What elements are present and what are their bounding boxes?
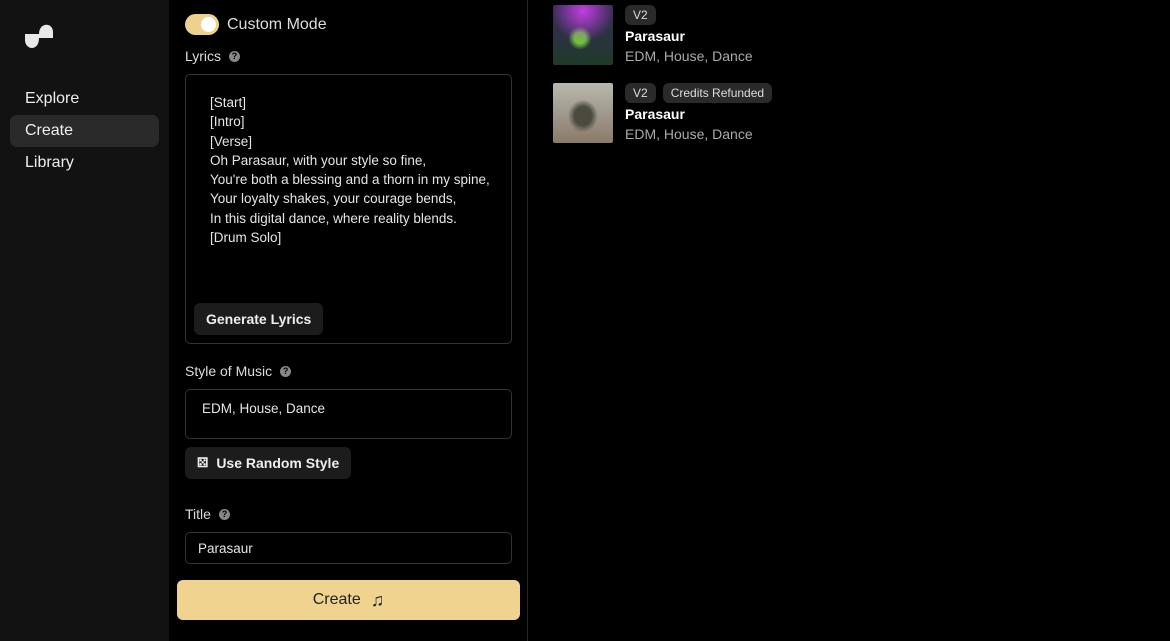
credits-refunded-badge: Credits Refunded	[662, 83, 773, 103]
create-button[interactable]: Create ♫	[177, 580, 520, 620]
generate-lyrics-label: Generate Lyrics	[206, 311, 312, 327]
sidebar-nav: Explore Create Library	[10, 83, 159, 179]
help-icon[interactable]: ?	[218, 508, 230, 520]
sidebar-item-library[interactable]: Library	[10, 147, 159, 179]
song-title[interactable]: Parasaur	[625, 28, 753, 44]
create-label: Create	[312, 591, 361, 608]
help-icon[interactable]: ?	[280, 365, 292, 377]
title-value: Parasaur	[198, 541, 253, 556]
create-form: Custom Mode Lyrics? [Start] [Intro] [Ver…	[169, 0, 528, 641]
logo-icon[interactable]	[23, 20, 55, 57]
song-item[interactable]: V2 Parasaur EDM, House, Dance	[553, 5, 753, 65]
title-input[interactable]: Parasaur	[185, 532, 512, 564]
style-input[interactable]: EDM, House, Dance	[185, 389, 512, 439]
sidebar: Explore Create Library	[0, 0, 169, 641]
song-title[interactable]: Parasaur	[625, 106, 772, 122]
random-style-button[interactable]: ⚄ Use Random Style	[185, 447, 352, 479]
dice-icon: ⚄	[197, 455, 209, 470]
song-thumbnail[interactable]	[553, 83, 613, 143]
sidebar-item-explore[interactable]: Explore	[10, 83, 159, 115]
lyrics-text[interactable]: [Start] [Intro] [Verse] Oh Parasaur, wit…	[210, 93, 500, 247]
style-label: Style of Music?	[185, 363, 292, 379]
song-thumbnail[interactable]	[553, 5, 613, 65]
custom-mode-label: Custom Mode	[227, 16, 327, 33]
version-badge: V2	[625, 83, 656, 103]
lyrics-label: Lyrics?	[185, 48, 241, 64]
song-style: EDM, House, Dance	[625, 126, 753, 142]
generate-lyrics-button[interactable]: Generate Lyrics	[194, 303, 324, 335]
sidebar-item-create[interactable]: Create	[10, 115, 159, 147]
lyrics-label-text: Lyrics	[185, 48, 222, 64]
random-style-label: Use Random Style	[216, 455, 340, 471]
style-label-text: Style of Music	[185, 363, 273, 379]
custom-mode-toggle[interactable]	[185, 14, 219, 35]
lyrics-textarea[interactable]: [Start] [Intro] [Verse] Oh Parasaur, wit…	[185, 74, 512, 344]
title-label: Title?	[185, 506, 230, 522]
song-style: EDM, House, Dance	[625, 48, 753, 64]
style-value: EDM, House, Dance	[202, 401, 326, 416]
song-item[interactable]: V2 Credits Refunded Parasaur EDM, House, …	[553, 83, 773, 143]
version-badge: V2	[625, 5, 656, 25]
title-label-text: Title	[185, 506, 211, 522]
help-icon[interactable]: ?	[229, 50, 241, 62]
music-note-icon: ♫	[370, 589, 385, 610]
